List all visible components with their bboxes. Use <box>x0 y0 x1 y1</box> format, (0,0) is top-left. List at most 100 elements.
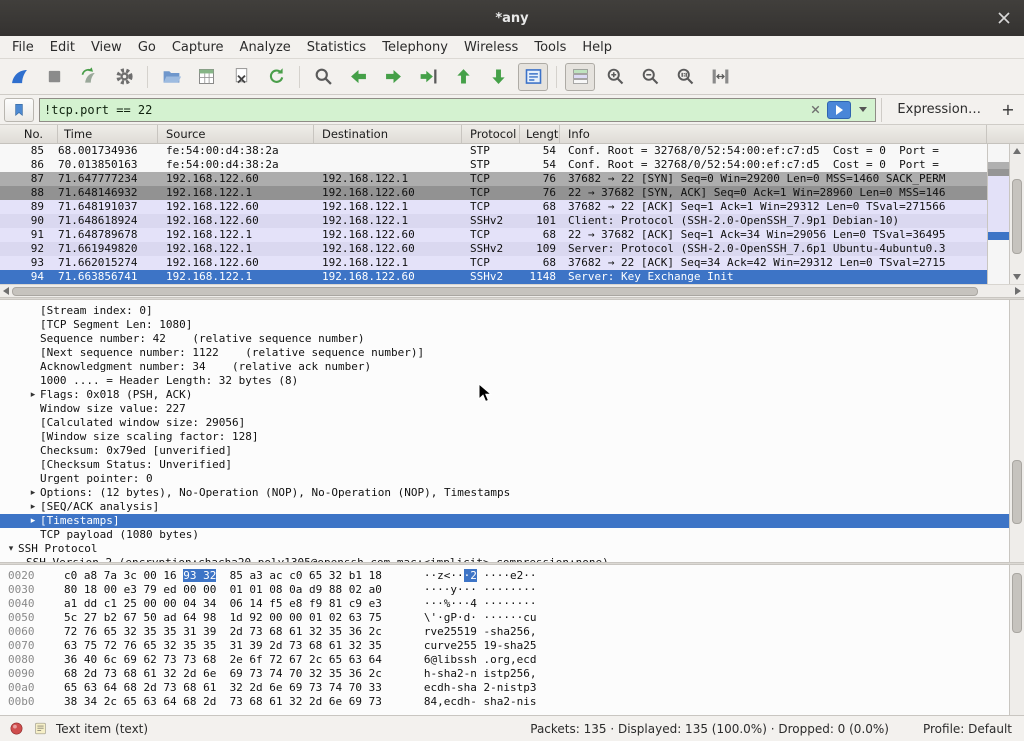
expander-icon[interactable]: ▸ <box>26 388 40 402</box>
packet-row[interactable]: 91 71.648789678 192.168.122.1 192.168.12… <box>0 228 987 242</box>
zoom-out-button[interactable] <box>635 63 665 91</box>
detail-row[interactable]: ▸[SEQ/ACK analysis] <box>0 500 1009 514</box>
menu-item[interactable]: Statistics <box>299 38 374 57</box>
hex-row[interactable]: 00b038 34 2c 65 63 64 68 2d 73 68 61 32 … <box>0 695 1009 709</box>
packet-list-hscrollbar[interactable] <box>0 284 1024 297</box>
resize-columns-button[interactable] <box>705 63 735 91</box>
menu-item[interactable]: Edit <box>42 38 83 57</box>
scroll-thumb[interactable] <box>1012 573 1022 633</box>
detail-row[interactable]: [Window size scaling factor: 128] <box>0 430 1009 444</box>
detail-row[interactable]: [Checksum Status: Unverified] <box>0 458 1009 472</box>
scroll-left-icon[interactable] <box>3 287 9 295</box>
restart-capture-button[interactable] <box>74 63 104 91</box>
column-header-no[interactable]: No. <box>0 125 58 143</box>
menu-item[interactable]: Go <box>130 38 164 57</box>
packet-row[interactable]: 89 71.648191037 192.168.122.60 192.168.1… <box>0 200 987 214</box>
filter-clear-button[interactable] <box>807 102 823 118</box>
zoom-in-button[interactable] <box>600 63 630 91</box>
close-file-button[interactable] <box>226 63 256 91</box>
detail-row[interactable]: ▸[Timestamps] <box>0 514 1009 528</box>
find-packet-button[interactable] <box>308 63 338 91</box>
packet-row[interactable]: 88 71.648146932 192.168.122.1 192.168.12… <box>0 186 987 200</box>
open-file-button[interactable] <box>156 63 186 91</box>
go-forward-button[interactable] <box>378 63 408 91</box>
expander-icon[interactable]: ▸ <box>26 500 40 514</box>
go-last-packet-button[interactable] <box>483 63 513 91</box>
scroll-thumb[interactable] <box>1012 179 1022 254</box>
column-header-source[interactable]: Source <box>158 125 314 143</box>
detail-row[interactable]: Checksum: 0x79ed [unverified] <box>0 444 1009 458</box>
packet-list-minimap[interactable] <box>987 144 1009 284</box>
stop-capture-button[interactable] <box>39 63 69 91</box>
add-filter-button[interactable]: + <box>996 98 1020 122</box>
detail-row[interactable]: Window size value: 227 <box>0 402 1009 416</box>
menu-item[interactable]: Tools <box>526 38 574 57</box>
expander-icon[interactable]: ▾ <box>4 542 18 556</box>
packet-row[interactable]: 86 70.013850163 fe:54:00:d4:38:2a STP 54… <box>0 158 987 172</box>
packet-row[interactable]: 93 71.662015274 192.168.122.60 192.168.1… <box>0 256 987 270</box>
column-header-length[interactable]: Length <box>520 125 560 143</box>
menu-item[interactable]: Wireless <box>456 38 526 57</box>
hex-vscrollbar[interactable] <box>1009 565 1024 715</box>
auto-scroll-button[interactable] <box>518 63 548 91</box>
capture-options-button[interactable] <box>109 63 139 91</box>
column-header-destination[interactable]: Destination <box>314 125 462 143</box>
menu-item[interactable]: Capture <box>164 38 232 57</box>
scroll-down-icon[interactable] <box>1013 274 1021 280</box>
colorize-packets-button[interactable] <box>565 63 595 91</box>
detail-row[interactable]: Acknowledgment number: 34 (relative ack … <box>0 360 1009 374</box>
hex-row[interactable]: 009068 2d 73 68 61 32 2d 6e 69 73 74 70 … <box>0 667 1009 681</box>
detail-row[interactable]: [Calculated window size: 29056] <box>0 416 1009 430</box>
packet-row[interactable]: 94 71.663856741 192.168.122.1 192.168.12… <box>0 270 987 284</box>
start-capture-button[interactable] <box>4 63 34 91</box>
packet-row[interactable]: 90 71.648618924 192.168.122.60 192.168.1… <box>0 214 987 228</box>
capture-comment-button[interactable] <box>32 721 48 737</box>
filter-dropdown-button[interactable] <box>855 101 871 119</box>
hex-row[interactable]: 0020c0 a8 7a 3c 00 16 93 32 85 a3 ac c0 … <box>0 569 1009 583</box>
detail-row[interactable]: [Next sequence number: 1122 (relative se… <box>0 346 1009 360</box>
scroll-thumb[interactable] <box>12 287 978 296</box>
go-back-button[interactable] <box>343 63 373 91</box>
menu-item[interactable]: Help <box>574 38 620 57</box>
detail-row[interactable]: SSH Version 2 (encryption:chacha20-poly1… <box>0 556 1009 562</box>
window-close-button[interactable] <box>994 8 1014 28</box>
detail-row[interactable]: ▸Options: (12 bytes), No-Operation (NOP)… <box>0 486 1009 500</box>
hex-row[interactable]: 00505c 27 b2 67 50 ad 64 98 1d 92 00 00 … <box>0 611 1009 625</box>
save-file-button[interactable] <box>191 63 221 91</box>
menu-item[interactable]: File <box>4 38 42 57</box>
detail-row[interactable]: [Stream index: 0] <box>0 304 1009 318</box>
scroll-thumb[interactable] <box>1012 460 1022 524</box>
detail-row[interactable]: TCP payload (1080 bytes) <box>0 528 1009 542</box>
hex-row[interactable]: 003080 18 00 e3 79 ed 00 00 01 01 08 0a … <box>0 583 1009 597</box>
display-filter-field[interactable] <box>39 98 876 122</box>
hex-row[interactable]: 006072 76 65 32 35 35 31 39 2d 73 68 61 … <box>0 625 1009 639</box>
filter-apply-button[interactable] <box>827 101 851 119</box>
packet-row[interactable]: 87 71.647777234 192.168.122.60 192.168.1… <box>0 172 987 186</box>
go-first-packet-button[interactable] <box>448 63 478 91</box>
menu-item[interactable]: View <box>83 38 130 57</box>
scroll-up-icon[interactable] <box>1013 148 1021 154</box>
scroll-right-icon[interactable] <box>1015 287 1021 295</box>
packet-row[interactable]: 92 71.661949820 192.168.122.1 192.168.12… <box>0 242 987 256</box>
packet-list-vscrollbar[interactable] <box>1009 144 1024 284</box>
packet-row[interactable]: 85 68.001734936 fe:54:00:d4:38:2a STP 54… <box>0 144 987 158</box>
hex-row[interactable]: 007063 75 72 76 65 32 35 35 31 39 2d 73 … <box>0 639 1009 653</box>
expander-icon[interactable]: ▸ <box>26 486 40 500</box>
detail-row[interactable]: Urgent pointer: 0 <box>0 472 1009 486</box>
column-header-protocol[interactable]: Protocol <box>462 125 520 143</box>
expander-icon[interactable]: ▸ <box>26 514 40 528</box>
detail-row[interactable]: Sequence number: 42 (relative sequence n… <box>0 332 1009 346</box>
column-header-info[interactable]: Info <box>560 125 987 143</box>
hex-row[interactable]: 008036 40 6c 69 62 73 73 68 2e 6f 72 67 … <box>0 653 1009 667</box>
detail-row[interactable]: 1000 .... = Header Length: 32 bytes (8) <box>0 374 1009 388</box>
expert-info-button[interactable] <box>8 721 24 737</box>
detail-row[interactable]: ▾SSH Protocol <box>0 542 1009 556</box>
zoom-original-button[interactable] <box>670 63 700 91</box>
filter-bookmark-button[interactable] <box>4 98 34 122</box>
detail-row[interactable]: ▸Flags: 0x018 (PSH, ACK) <box>0 388 1009 402</box>
go-to-packet-button[interactable] <box>413 63 443 91</box>
expression-button[interactable]: Expression… <box>887 102 991 117</box>
column-header-time[interactable]: Time <box>58 125 158 143</box>
hex-row[interactable]: 0040a1 dd c1 25 00 00 04 34 06 14 f5 e8 … <box>0 597 1009 611</box>
display-filter-input[interactable] <box>44 103 803 117</box>
